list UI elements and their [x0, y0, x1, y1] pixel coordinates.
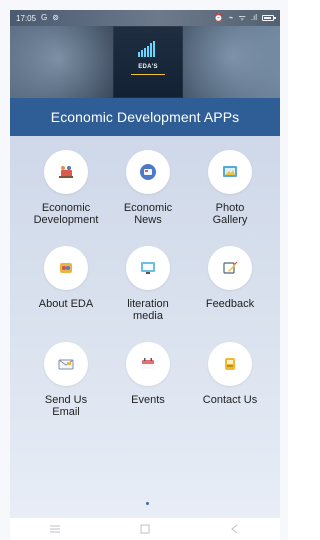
logo-underline	[131, 74, 165, 75]
page-indicator-dot	[146, 502, 149, 505]
contact-us-tile[interactable]: Contact Us	[186, 342, 274, 406]
alarm-icon: ⏰	[213, 13, 224, 22]
development-icon	[59, 166, 73, 178]
economic-development-circle[interactable]	[44, 150, 88, 194]
contact-icon	[225, 358, 235, 370]
about-eda-tile[interactable]: About EDA	[22, 246, 110, 310]
photo-gallery-tile[interactable]: Photo Gallery	[186, 150, 274, 226]
send-us-email-label: Send Us Email	[44, 394, 88, 418]
economic-news-tile[interactable]: Economic News	[104, 150, 192, 226]
photo-gallery-label: Photo Gallery	[212, 202, 248, 226]
events-tile[interactable]: Events	[104, 342, 192, 406]
menu-icon	[50, 525, 60, 533]
instagram-icon: ⊚	[52, 13, 59, 22]
page-title-bar: Economic Development APPs	[10, 98, 280, 136]
email-icon	[58, 359, 74, 370]
battery-fill	[264, 17, 271, 19]
back-button[interactable]	[222, 520, 248, 538]
contact-us-label: Contact Us	[202, 394, 258, 406]
eda-logo: EDA'S	[113, 26, 183, 98]
literation-media-tile[interactable]: literation media	[104, 246, 192, 322]
home-grid-area: Economic Development Economic News Photo…	[10, 136, 280, 518]
economic-news-label: Economic News	[123, 202, 173, 226]
send-us-email-tile[interactable]: Send Us Email	[22, 342, 110, 418]
bar-chart-logo-icon	[138, 41, 155, 57]
gallery-icon	[223, 166, 237, 177]
media-icon	[141, 262, 155, 274]
literation-media-circle[interactable]	[126, 246, 170, 290]
feedback-tile[interactable]: Feedback	[186, 246, 274, 310]
vibration-icon: ⌁	[228, 13, 234, 22]
menu-button[interactable]	[42, 520, 68, 538]
signal-icon: .ıl	[250, 13, 257, 22]
page-title: Economic Development APPs	[50, 109, 240, 125]
send-us-email-circle[interactable]	[44, 342, 88, 386]
about-eda-circle[interactable]	[44, 246, 88, 290]
google-icon: G	[41, 13, 48, 22]
status-bar: 17:05 G ⊚ ⏰ ⌁ ᯤ .ıl	[10, 10, 280, 26]
home-button[interactable]	[132, 520, 158, 538]
status-left-group: 17:05 G ⊚	[16, 14, 59, 23]
status-time: 17:05	[16, 13, 37, 23]
about-icon	[60, 263, 72, 273]
back-icon	[231, 524, 238, 534]
events-circle[interactable]	[126, 342, 170, 386]
economic-development-tile[interactable]: Economic Development	[22, 150, 110, 226]
economic-news-circle[interactable]	[126, 150, 170, 194]
header-banner: EDA'S	[10, 26, 280, 98]
phone-screen: 17:05 G ⊚ ⏰ ⌁ ᯤ .ıl EDA'S Economic Devel…	[0, 0, 288, 540]
feedback-label: Feedback	[205, 298, 255, 310]
economic-development-label: Economic Development	[33, 202, 99, 226]
bottom-navigation-bar	[10, 518, 280, 540]
status-right-group: ⏰ ⌁ ᯤ .ıl	[213, 13, 276, 22]
photo-gallery-circle[interactable]	[208, 150, 252, 194]
battery-icon	[262, 15, 276, 21]
contact-us-circle[interactable]	[208, 342, 252, 386]
logo-text: EDA'S	[138, 64, 158, 70]
feedback-circle[interactable]	[208, 246, 252, 290]
wifi-icon: ᯤ	[238, 13, 246, 22]
feedback-icon	[223, 261, 238, 274]
literation-media-label: literation media	[127, 298, 169, 322]
home-icon	[140, 524, 150, 534]
news-icon	[140, 164, 156, 180]
about-eda-label: About EDA	[38, 298, 94, 310]
events-label: Events	[131, 394, 165, 406]
events-icon	[142, 358, 154, 369]
